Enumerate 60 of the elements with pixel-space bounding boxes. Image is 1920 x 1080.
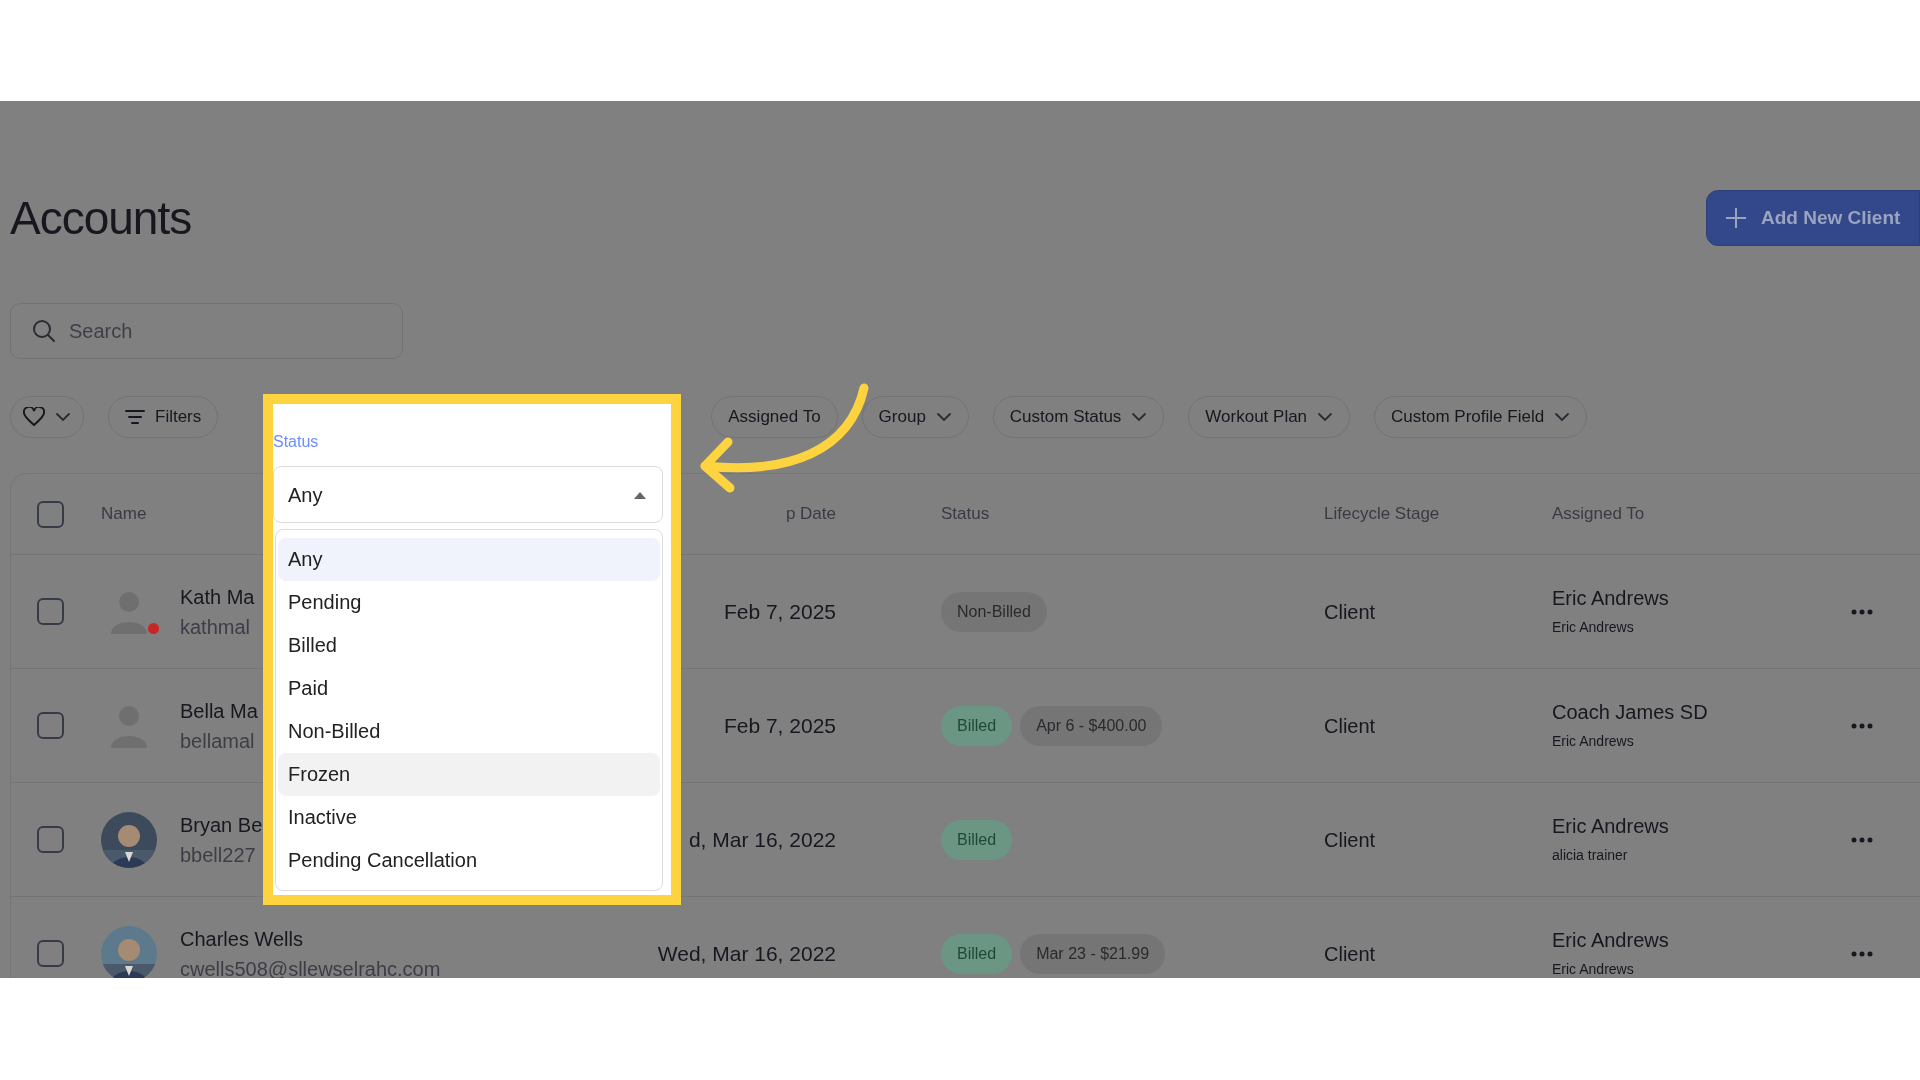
more-icon[interactable] — [1851, 837, 1873, 844]
plus-icon — [1725, 207, 1747, 229]
row-checkbox[interactable] — [37, 598, 64, 625]
page-title: Accounts — [10, 191, 192, 246]
signup-date: d, Mar 16, 2022 — [688, 827, 836, 851]
column-header: Status — [941, 504, 990, 524]
column-header: Name — [101, 504, 147, 524]
dropdown-option[interactable]: Pending — [278, 581, 660, 624]
dropdown-option[interactable]: Pending Cancellation — [278, 839, 660, 882]
heart-icon — [23, 407, 45, 427]
more-icon[interactable] — [1851, 609, 1873, 616]
lifecycle-stage: Client — [1324, 714, 1376, 737]
row-checkbox[interactable] — [37, 940, 64, 967]
assigned-secondary: alicia trainer — [1552, 845, 1629, 865]
row-checkbox[interactable] — [37, 826, 64, 853]
lifecycle-stage: Client — [1324, 600, 1376, 623]
dropdown-option[interactable]: Inactive — [278, 796, 660, 839]
client-name: Bryan Be — [180, 812, 263, 838]
client-name: Charles Wells — [180, 926, 303, 952]
status-badge: Billed — [941, 933, 1013, 974]
assigned-coach: Eric Andrews — [1552, 813, 1670, 839]
dropdown-option[interactable]: Paid — [278, 667, 660, 710]
status-badge: Billed — [941, 705, 1013, 746]
column-header: p Date — [785, 504, 836, 524]
select-all-checkbox[interactable] — [37, 500, 64, 528]
assigned-coach: Coach James SD — [1552, 699, 1709, 725]
dropdown-option[interactable]: Any — [278, 538, 660, 581]
client-name: Bella Ma — [180, 698, 258, 724]
column-header: Lifecycle Stage — [1324, 504, 1440, 524]
dropdown-option[interactable]: Frozen — [278, 753, 660, 796]
lifecycle-stage: Client — [1324, 828, 1376, 851]
client-email: bellamal — [180, 728, 255, 754]
info-badge: Mar 23 - $21.99 — [1020, 933, 1166, 974]
assigned-secondary: Eric Andrews — [1552, 959, 1635, 978]
client-email: bbell227 — [180, 842, 256, 868]
client-name: Kath Ma — [180, 584, 255, 610]
assigned-secondary: Eric Andrews — [1552, 731, 1635, 751]
column-header: Assigned To — [1552, 504, 1645, 524]
row-checkbox[interactable] — [37, 712, 64, 739]
assigned-secondary: Eric Andrews — [1552, 617, 1635, 637]
signup-date: Feb 7, 2025 — [723, 713, 836, 737]
client-email: cwells508@sllewselrahc.com — [180, 956, 441, 978]
client-email: kathmal — [180, 614, 251, 640]
info-badge: Non-Billed — [941, 591, 1047, 632]
status-badge: Billed — [941, 819, 1013, 860]
info-badge: Apr 6 - $400.00 — [1020, 705, 1163, 746]
field-label: Status — [273, 432, 320, 452]
signup-date: Wed, Mar 16, 2022 — [657, 941, 836, 965]
more-icon[interactable] — [1851, 723, 1873, 730]
dropdown-option[interactable]: Non-Billed — [278, 710, 660, 753]
assigned-coach: Eric Andrews — [1552, 585, 1670, 611]
search-field[interactable]: Search — [10, 303, 403, 359]
status-select[interactable]: Any — [273, 466, 663, 523]
filter-icon — [125, 409, 145, 425]
lifecycle-stage: Client — [1324, 942, 1376, 965]
assigned-coach: Eric Andrews — [1552, 927, 1670, 953]
signup-date: Feb 7, 2025 — [723, 599, 836, 623]
dropdown-option[interactable]: Billed — [278, 624, 660, 667]
search-icon — [32, 319, 56, 343]
more-icon[interactable] — [1851, 951, 1873, 958]
